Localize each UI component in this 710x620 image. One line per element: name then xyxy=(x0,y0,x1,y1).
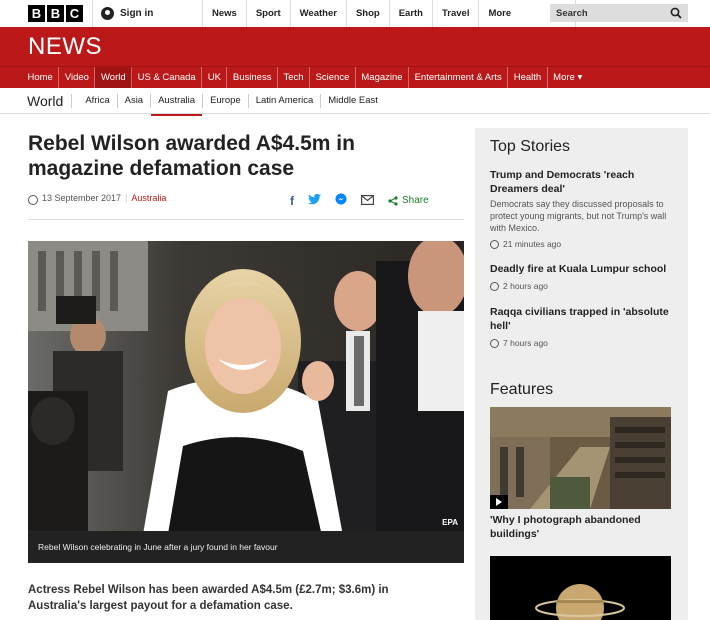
search-input[interactable]: Search xyxy=(550,4,688,22)
email-icon[interactable] xyxy=(361,194,375,208)
story-title[interactable]: Trump and Democrats 'reach Dreamers deal… xyxy=(490,168,676,196)
subnav-middle-east[interactable]: Middle East xyxy=(321,94,385,108)
article-main-image[interactable]: EPA Rebel Wilson celebrating in June aft… xyxy=(28,241,464,563)
top-nav-travel[interactable]: Travel xyxy=(432,0,478,27)
nav-health[interactable]: Health xyxy=(508,66,548,89)
bbc-logo[interactable]: B B C xyxy=(28,5,83,22)
nav-tech[interactable]: Tech xyxy=(278,66,311,89)
feature-image[interactable] xyxy=(490,556,671,620)
image-credit: EPA xyxy=(442,518,458,527)
feature-title[interactable]: 'Why I photograph abandoned buildings' xyxy=(490,513,676,541)
top-nav-sport[interactable]: Sport xyxy=(245,0,290,27)
sign-in-label: Sign in xyxy=(120,8,154,19)
nav-magazine[interactable]: Magazine xyxy=(356,66,410,89)
nav-uk[interactable]: UK xyxy=(202,66,228,89)
user-icon xyxy=(101,7,114,20)
world-sub-nav: World Africa Asia Australia Europe Latin… xyxy=(0,88,710,116)
story-summary: Democrats say they discussed proposals t… xyxy=(490,199,667,233)
story-time: 21 minutes ago xyxy=(490,239,676,249)
nav-world[interactable]: World xyxy=(95,66,133,89)
top-nav-news[interactable]: News xyxy=(202,0,246,27)
play-icon[interactable] xyxy=(490,495,508,509)
top-nav-more-label: More xyxy=(488,8,512,19)
share-button[interactable]: Share xyxy=(388,195,429,206)
top-nav-earth[interactable]: Earth xyxy=(388,0,432,27)
top-nav: News Sport Weather Shop Earth Travel Mor… xyxy=(202,0,577,27)
story-time: 2 hours ago xyxy=(490,281,676,291)
share-label: Share xyxy=(402,195,429,206)
clock-icon xyxy=(28,195,38,205)
subnav-latin-america[interactable]: Latin America xyxy=(249,93,322,108)
share-icon xyxy=(388,195,398,206)
story-time-label: 21 minutes ago xyxy=(503,239,562,249)
subnav-asia[interactable]: Asia xyxy=(118,93,152,108)
top-stories-heading: Top Stories xyxy=(490,138,571,155)
messenger-icon[interactable] xyxy=(335,193,347,208)
story-time-label: 2 hours ago xyxy=(503,281,548,291)
sign-in-link[interactable]: Sign in xyxy=(92,0,202,27)
feature-image[interactable] xyxy=(490,407,671,509)
bbc-logo-letter: B xyxy=(47,5,64,22)
clock-icon xyxy=(490,239,499,249)
story-title[interactable]: Deadly fire at Kuala Lumpur school xyxy=(490,262,676,276)
subnav-australia[interactable]: Australia xyxy=(151,93,204,116)
story-time-label: 7 hours ago xyxy=(503,338,548,348)
search-placeholder: Search xyxy=(556,7,588,19)
top-nav-weather[interactable]: Weather xyxy=(289,0,346,27)
bbc-logo-letter: B xyxy=(28,5,45,22)
article-category[interactable]: Australia xyxy=(131,193,166,203)
bbc-top-bar: B B C Sign in News Sport Weather Shop Ea… xyxy=(0,0,710,28)
features-heading: Features xyxy=(490,381,554,398)
bbc-logo-letter: C xyxy=(66,5,83,22)
article-headline: Rebel Wilson awarded A$4.5m in magazine … xyxy=(28,132,355,180)
nav-business[interactable]: Business xyxy=(227,66,278,89)
clock-icon xyxy=(490,281,499,291)
subnav-europe[interactable]: Europe xyxy=(203,93,249,108)
story-time: 7 hours ago xyxy=(490,338,676,348)
nav-entertainment-arts[interactable]: Entertainment & Arts xyxy=(409,66,509,89)
abandoned-building-photo xyxy=(490,407,671,509)
top-story-item[interactable]: Trump and Democrats 'reach Dreamers deal… xyxy=(490,168,676,249)
rebel-wilson-photo xyxy=(28,241,464,563)
facebook-icon[interactable]: f xyxy=(290,194,294,208)
article-date: 13 September 2017 xyxy=(42,193,122,203)
saturn-photo xyxy=(490,556,671,620)
nav-us-canada[interactable]: US & Canada xyxy=(132,66,203,89)
subnav-africa[interactable]: Africa xyxy=(78,93,118,108)
meta-divider: | xyxy=(125,193,128,203)
story-title[interactable]: Raqqa civilians trapped in 'absolute hel… xyxy=(490,305,676,333)
news-banner: NEWS xyxy=(0,27,710,66)
clock-icon xyxy=(490,338,499,348)
top-story-item[interactable]: Raqqa civilians trapped in 'absolute hel… xyxy=(490,305,676,348)
search-icon xyxy=(670,7,682,19)
article-intro: Actress Rebel Wilson has been awarded A$… xyxy=(28,584,389,612)
news-logo[interactable]: NEWS xyxy=(28,33,102,61)
twitter-icon[interactable] xyxy=(308,193,321,208)
nav-more[interactable]: More ▾ xyxy=(548,67,588,89)
section-title[interactable]: World xyxy=(27,93,73,108)
top-story-item[interactable]: Deadly fire at Kuala Lumpur school 2 hou… xyxy=(490,262,676,291)
nav-science[interactable]: Science xyxy=(310,66,356,89)
top-nav-shop[interactable]: Shop xyxy=(345,0,389,27)
nav-video[interactable]: Video xyxy=(59,66,96,89)
nav-home[interactable]: Home xyxy=(22,66,60,89)
image-caption: Rebel Wilson celebrating in June after a… xyxy=(28,531,464,563)
share-tools: f Share xyxy=(290,193,429,208)
news-section-nav: Home Video World US & Canada UK Business… xyxy=(0,66,710,89)
feature-item[interactable]: 'Why I photograph abandoned buildings' xyxy=(490,513,676,541)
sidebar: Top Stories Trump and Democrats 'reach D… xyxy=(475,128,688,620)
